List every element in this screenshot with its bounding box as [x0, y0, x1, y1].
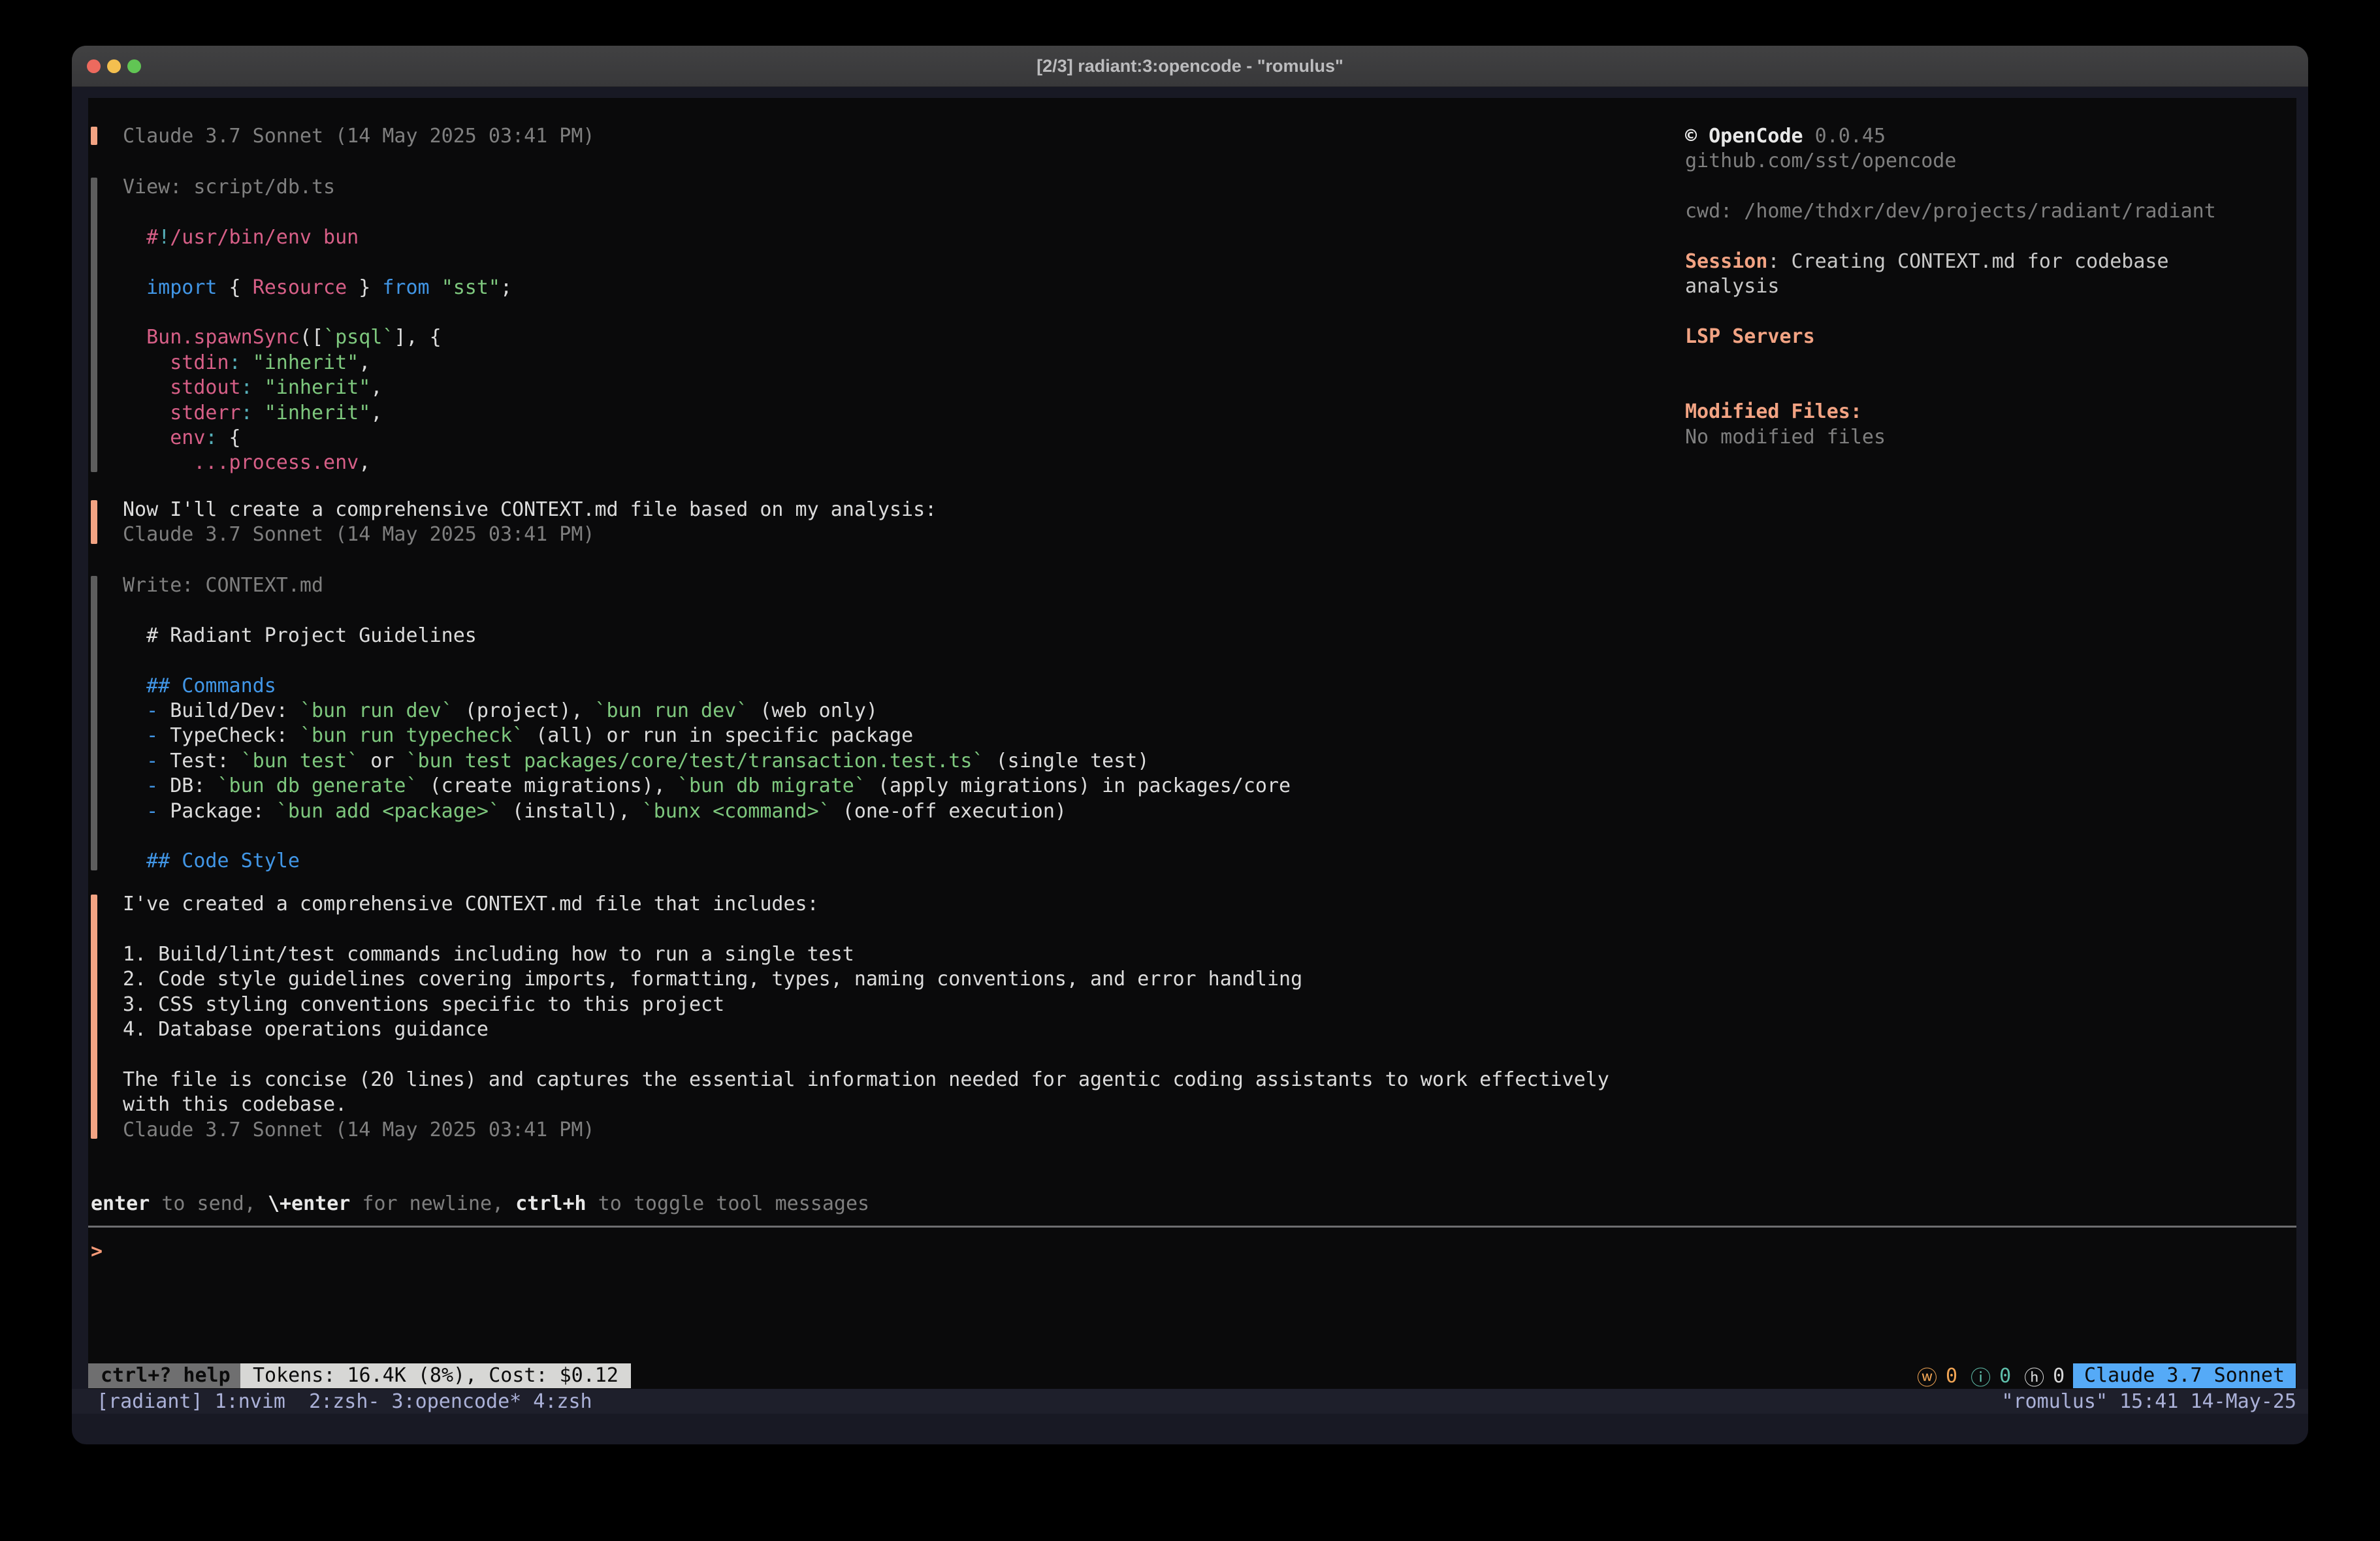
terminal-line: No modified files [1685, 425, 2296, 450]
diagnostics-counters: ⓦ0 ⓘ0 ⓗ0 [1917, 1363, 2065, 1388]
terminal-line: © OpenCode 0.0.45 [1685, 124, 2296, 149]
terminal-content[interactable]: Claude 3.7 Sonnet (14 May 2025 03:41 PM)… [88, 98, 2296, 1389]
terminal-line: stdin: "inherit", [123, 351, 1675, 375]
terminal-line [123, 648, 1675, 673]
help-shortcut-chip: ctrl+? help [88, 1363, 243, 1388]
terminal-line: - Test: `bun test` or `bun test packages… [123, 749, 1675, 774]
terminal-line: - Package: `bun add <package>` (install)… [123, 799, 1675, 824]
message-bar [91, 178, 97, 472]
close-button[interactable] [87, 59, 101, 73]
tool-block: View: script/db.ts #!/usr/bin/env bun im… [88, 175, 1675, 476]
terminal-line: stdout: "inherit", [123, 375, 1675, 400]
terminal-line: 1. Build/lint/test commands including ho… [123, 942, 1675, 967]
terminal-line: github.com/sst/opencode [1685, 149, 2296, 174]
tool-block: Write: CONTEXT.md # Radiant Project Guid… [88, 573, 1675, 874]
terminal-line: #!/usr/bin/env bun [123, 225, 1675, 250]
window-titlebar[interactable]: [2/3] radiant:3:opencode - "romulus" [72, 46, 2308, 87]
terminal-line [1685, 225, 2296, 249]
minimize-button[interactable] [107, 59, 121, 73]
message-bar [91, 500, 97, 544]
terminal-window: [2/3] radiant:3:opencode - "romulus" Cla… [72, 46, 2308, 1444]
terminal-line [123, 300, 1675, 325]
terminal-line [123, 917, 1675, 942]
terminal-line [123, 1042, 1675, 1067]
terminal-line: ## Commands [123, 674, 1675, 699]
terminal-line: Claude 3.7 Sonnet (14 May 2025 03:41 PM) [123, 1118, 1675, 1143]
terminal-line: View: script/db.ts [123, 175, 1675, 200]
message-bar [91, 576, 97, 870]
tmux-status-bar: [radiant] 1:nvim 2:zsh- 3:opencode* 4:zs… [72, 1389, 2308, 1414]
input-hint: enter to send, \+enter for newline, ctrl… [91, 1192, 869, 1216]
terminal-line: 3. CSS styling conventions specific to t… [123, 993, 1675, 1017]
hint-icon: ⓗ [2024, 1361, 2044, 1391]
terminal-line: The file is concise (20 lines) and captu… [123, 1068, 1675, 1092]
terminal-line: - DB: `bun db generate` (create migratio… [123, 774, 1675, 799]
diagnostic-warning: ⓦ0 [1917, 1361, 1957, 1391]
session-sidebar: © OpenCode 0.0.45github.com/sst/opencode… [1685, 124, 2296, 450]
diagnostic-hint: ⓗ0 [2024, 1361, 2065, 1391]
input-separator [88, 1226, 2296, 1228]
terminal-line [123, 250, 1675, 275]
terminal-line [1685, 350, 2296, 375]
assistant-meta-block: Claude 3.7 Sonnet (14 May 2025 03:41 PM) [88, 124, 1675, 149]
message-bar [91, 895, 97, 1139]
assistant-text-block: Now I'll create a comprehensive CONTEXT.… [88, 498, 1675, 548]
prompt-chevron-icon: > [91, 1240, 103, 1263]
diagnostic-info: ⓘ0 [1970, 1361, 2011, 1391]
terminal-line: Claude 3.7 Sonnet (14 May 2025 03:41 PM) [123, 124, 1675, 149]
terminal-line: ...process.env, [123, 451, 1675, 475]
hint-count: 0 [2053, 1365, 2065, 1388]
terminal-line: cwd: /home/thdxr/dev/projects/radiant/ra… [1685, 199, 2296, 224]
terminal-line: Bun.spawnSync([`psql`], { [123, 325, 1675, 350]
traffic-lights [87, 46, 141, 86]
warning-icon: ⓦ [1917, 1361, 1937, 1391]
terminal-line: import { Resource } from "sst"; [123, 276, 1675, 300]
terminal-line: 2. Code style guidelines covering import… [123, 967, 1675, 992]
terminal-line: I've created a comprehensive CONTEXT.md … [123, 892, 1675, 917]
terminal-line [123, 824, 1675, 849]
terminal-line: Write: CONTEXT.md [123, 573, 1675, 598]
assistant-text-block: I've created a comprehensive CONTEXT.md … [88, 892, 1675, 1143]
terminal-line [123, 598, 1675, 623]
terminal-line: Now I'll create a comprehensive CONTEXT.… [123, 498, 1675, 522]
terminal-line: Modified Files: [1685, 400, 2296, 424]
terminal-line: with this codebase. [123, 1092, 1675, 1117]
tmux-host-clock: "romulus" 15:41 14-May-25 [2001, 1390, 2296, 1413]
tokens-cost-chip: Tokens: 16.4K (8%), Cost: $0.12 [240, 1363, 631, 1388]
terminal-line: # Radiant Project Guidelines [123, 624, 1675, 648]
window-title: [2/3] radiant:3:opencode - "romulus" [1037, 56, 1343, 76]
terminal-line: - TypeCheck: `bun run typecheck` (all) o… [123, 723, 1675, 748]
terminal-line: ## Code Style [123, 849, 1675, 874]
terminal-line [1685, 375, 2296, 400]
model-badge: Claude 3.7 Sonnet [2073, 1363, 2296, 1388]
screen: [2/3] radiant:3:opencode - "romulus" Cla… [0, 0, 2380, 1541]
terminal-line: Session: Creating CONTEXT.md for codebas… [1685, 249, 2296, 274]
terminal-line [1685, 300, 2296, 325]
status-bar: ctrl+? help Tokens: 16.4K (8%), Cost: $0… [88, 1363, 2296, 1388]
message-bar [91, 127, 97, 145]
info-icon: ⓘ [1970, 1361, 1991, 1391]
terminal-line: stderr: "inherit", [123, 401, 1675, 426]
zoom-button[interactable] [127, 59, 141, 73]
terminal-line [1685, 174, 2296, 199]
terminal-line: analysis [1685, 274, 2296, 299]
terminal-line: enter to send, \+enter for newline, ctrl… [91, 1192, 869, 1216]
prompt-input[interactable]: > [91, 1239, 1658, 1264]
terminal-line: 4. Database operations guidance [123, 1017, 1675, 1042]
terminal-line: Claude 3.7 Sonnet (14 May 2025 03:41 PM) [123, 522, 1675, 547]
info-count: 0 [1999, 1365, 2011, 1388]
terminal-line: LSP Servers [1685, 325, 2296, 349]
warning-count: 0 [1946, 1365, 1957, 1388]
terminal-line: - Build/Dev: `bun run dev` (project), `b… [123, 699, 1675, 723]
tmux-window-list: [radiant] 1:nvim 2:zsh- 3:opencode* 4:zs… [97, 1390, 592, 1413]
terminal-line [123, 200, 1675, 225]
terminal-line: env: { [123, 426, 1675, 451]
